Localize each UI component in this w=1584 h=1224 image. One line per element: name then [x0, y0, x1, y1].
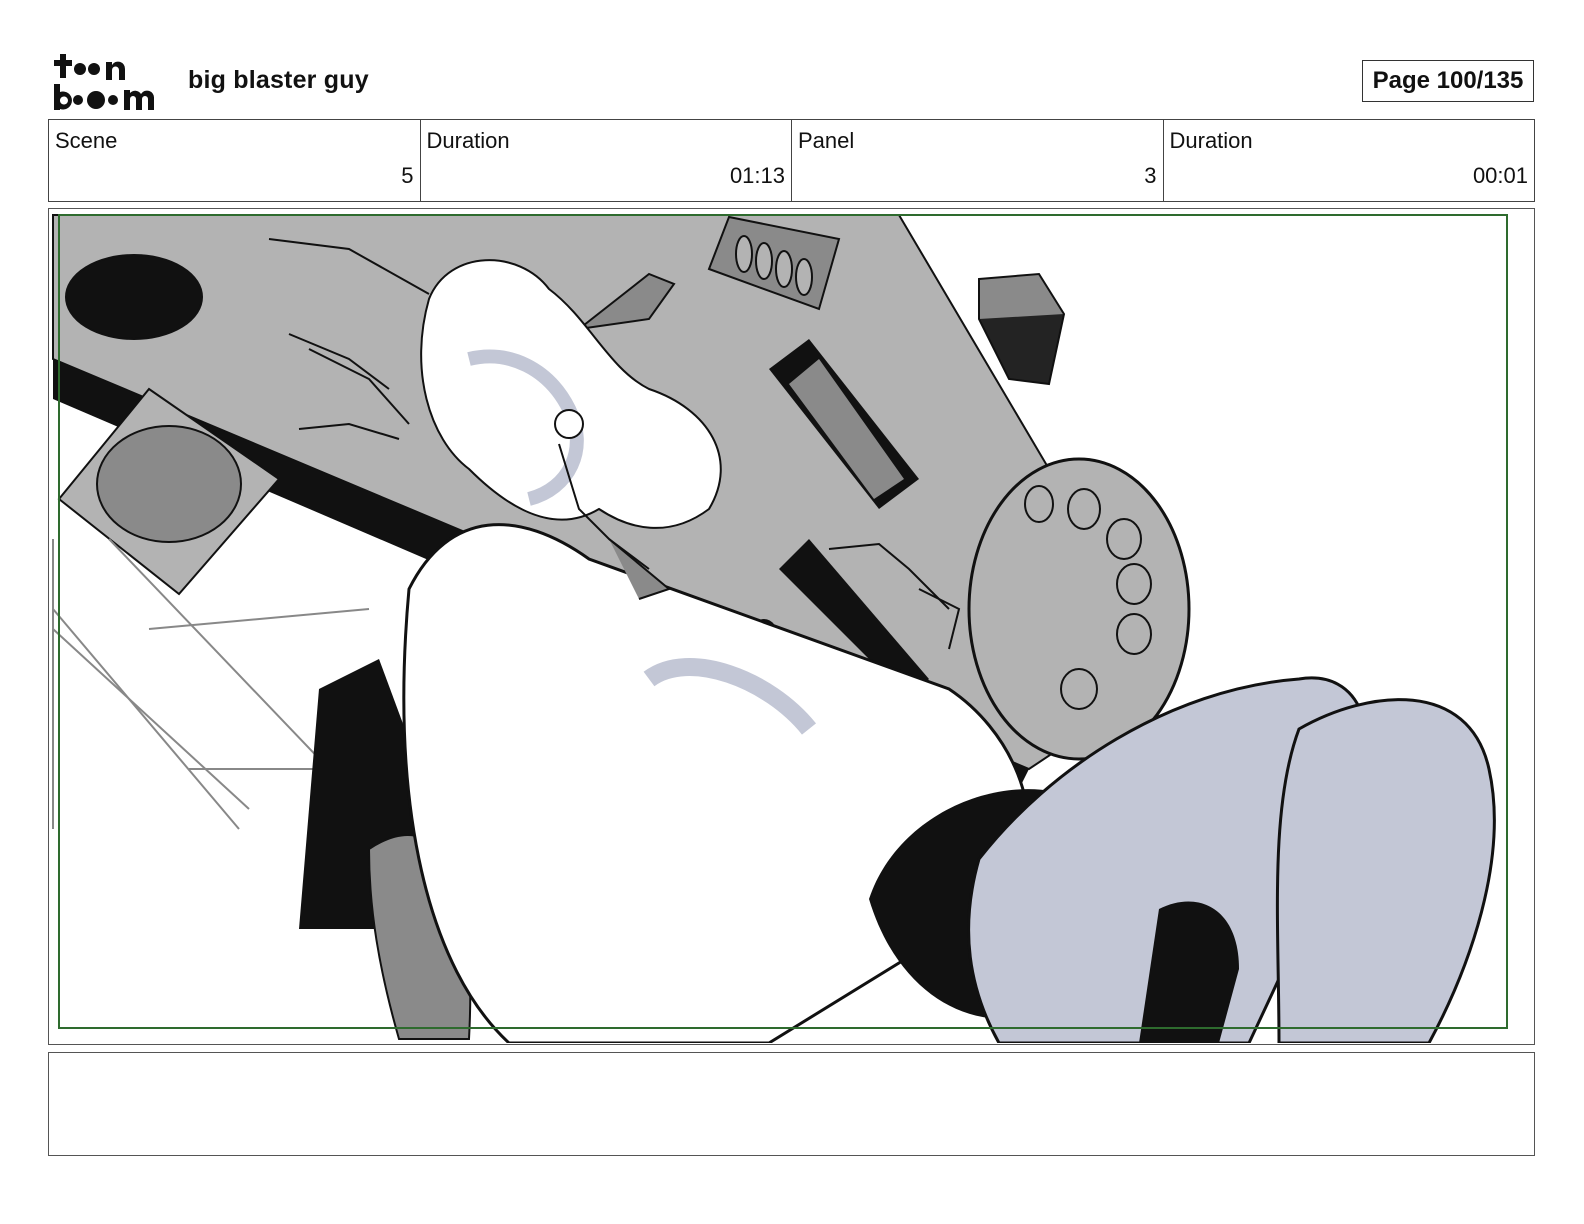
metadata-table: Scene 5 Duration 01:13 Panel 3 Duration …: [48, 119, 1535, 202]
panel-cell: Panel 3: [792, 120, 1164, 201]
panel-notes-box[interactable]: [48, 1052, 1535, 1156]
scene-duration-cell: Duration 01:13: [421, 120, 792, 201]
storyboard-panel[interactable]: [48, 208, 1535, 1045]
panel-drawing: [52, 214, 1508, 1043]
page-indicator: Page 100/135: [1362, 60, 1534, 102]
panel-duration-cell: Duration 00:01: [1164, 120, 1535, 201]
toon-boom-logo: [50, 50, 165, 112]
scene-duration-label: Duration: [426, 128, 510, 153]
panel-duration-value: 00:01: [1472, 163, 1528, 188]
console-hole: [65, 254, 203, 340]
panel-duration-label: Duration: [1169, 128, 1253, 153]
panel-label: Panel: [798, 128, 855, 153]
scene-value: 5: [401, 163, 414, 188]
scene-duration-value: 01:13: [729, 163, 785, 188]
giant-thumb: [1275, 698, 1496, 1043]
character-head: [554, 409, 584, 439]
project-title: big blaster guy: [188, 66, 369, 94]
scene-cell: Scene 5: [49, 120, 421, 201]
scene-label: Scene: [55, 128, 118, 153]
panel-value: 3: [1144, 163, 1157, 188]
dial-wheel: [967, 457, 1191, 761]
console-button: [96, 425, 242, 543]
toon-boom-logo-icon: [54, 54, 155, 110]
